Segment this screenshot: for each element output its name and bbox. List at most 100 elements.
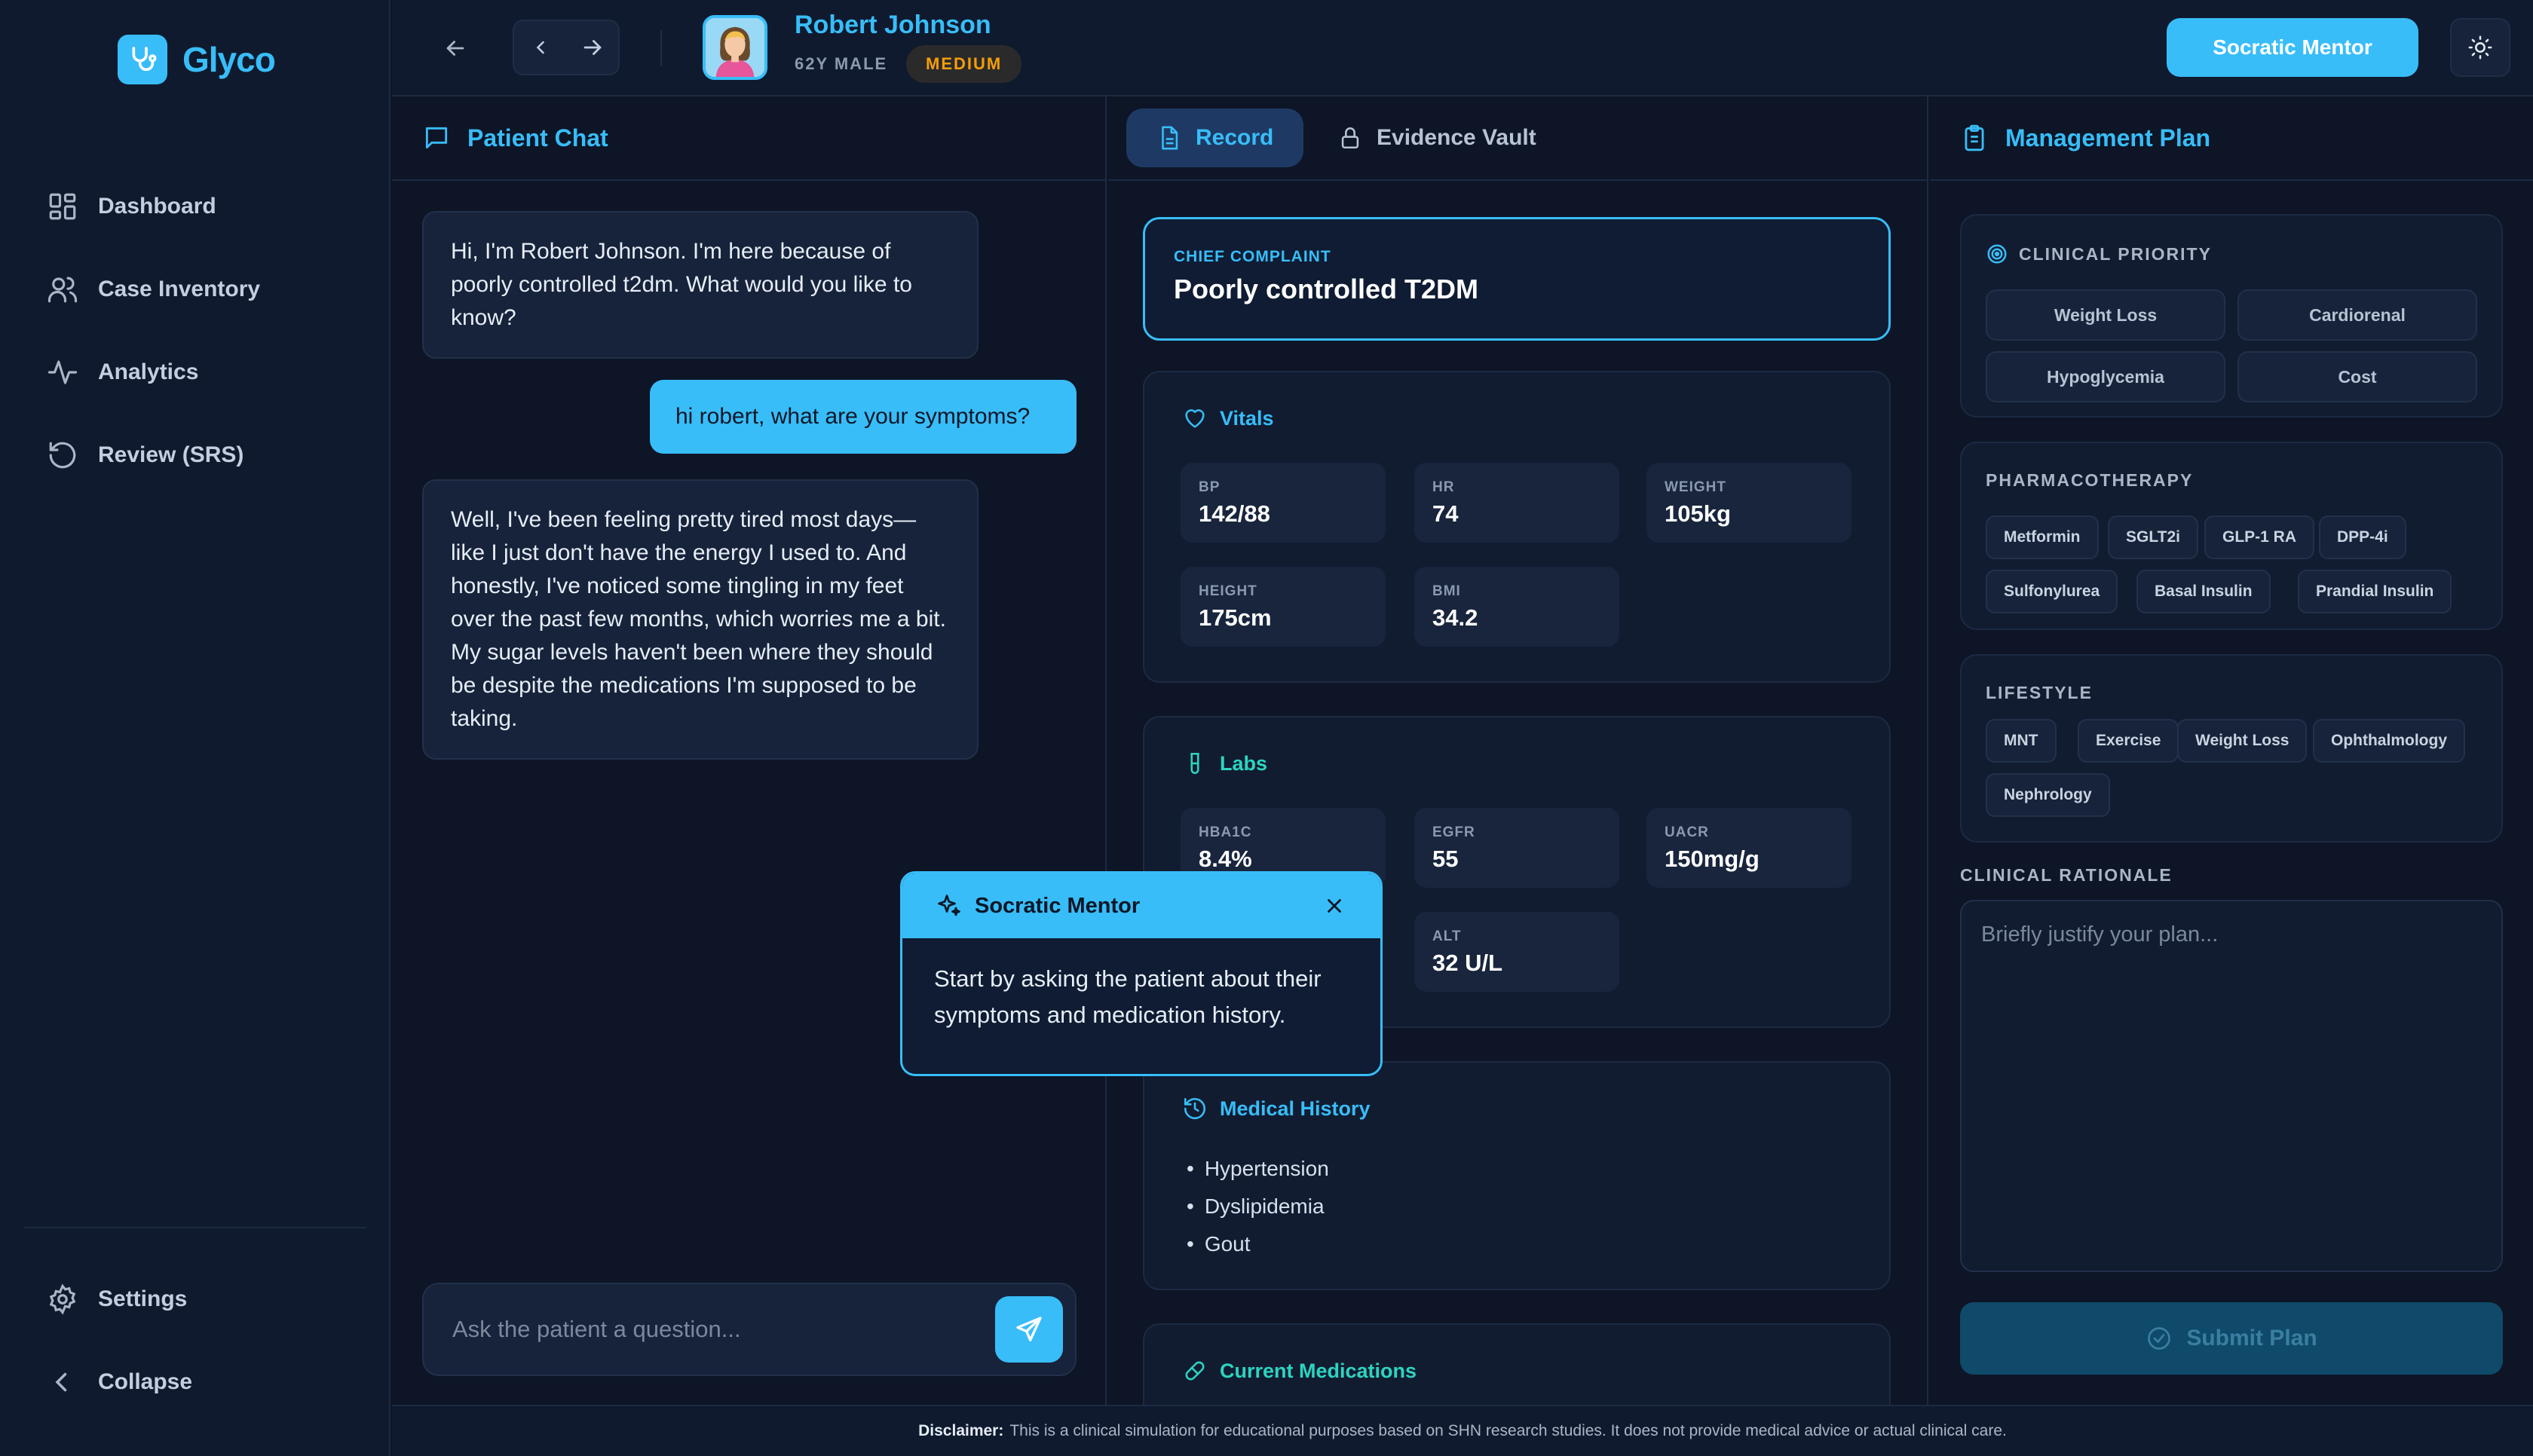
drug-option-glp1ra[interactable]: GLP-1 RA bbox=[2204, 515, 2315, 559]
vitals-card: Vitals BP 142/88 HR 74 WEIGHT 105kg HEIG… bbox=[1143, 371, 1891, 683]
previous-case-button[interactable] bbox=[514, 21, 566, 74]
chat-panel-header: Patient Chat bbox=[392, 96, 1105, 181]
tab-record[interactable]: Record bbox=[1126, 109, 1304, 167]
target-icon bbox=[1987, 244, 2007, 264]
lab-uacr: UACR 150mg/g bbox=[1646, 808, 1852, 888]
sidebar-item-label: Analytics bbox=[98, 359, 199, 384]
clinical-priority-card: CLINICAL PRIORITY Weight Loss Cardiorena… bbox=[1960, 214, 2503, 418]
medical-history-card: Medical History Hypertension Dyslipidemi… bbox=[1143, 1061, 1891, 1290]
send-button[interactable] bbox=[995, 1296, 1063, 1363]
close-icon[interactable] bbox=[1323, 895, 1346, 917]
disclaimer-text: This is a clinical simulation for educat… bbox=[1009, 1422, 2007, 1439]
priority-option-hypoglycemia[interactable]: Hypoglycemia bbox=[1986, 351, 2225, 402]
current-medications-card: Current Medications bbox=[1143, 1323, 1891, 1405]
sidebar-collapse-button[interactable]: Collapse bbox=[24, 1350, 366, 1414]
gear-icon bbox=[49, 1283, 76, 1315]
socratic-mentor-popup: Socratic Mentor Start by asking the pati… bbox=[900, 871, 1383, 1076]
priority-option-weight-loss[interactable]: Weight Loss bbox=[1986, 289, 2225, 341]
users-icon bbox=[47, 277, 78, 303]
sidebar-item-settings[interactable]: Settings bbox=[24, 1268, 366, 1331]
clinical-rationale-input[interactable] bbox=[1960, 900, 2503, 1272]
sidebar-item-label: Case Inventory bbox=[98, 277, 261, 301]
drug-option-dpp4i[interactable]: DPP-4i bbox=[2319, 515, 2406, 559]
clipboard-icon bbox=[1965, 124, 1984, 151]
lab-egfr: EGFR 55 bbox=[1414, 808, 1619, 888]
record-panel: Record Evidence Vault CHIEF COMPLAINT Po… bbox=[1108, 96, 1928, 1405]
refresh-icon bbox=[49, 442, 76, 469]
record-tabs: Record Evidence Vault bbox=[1108, 96, 1927, 181]
lock-icon bbox=[1341, 127, 1359, 149]
disclaimer-footer: Disclaimer: This is a clinical simulatio… bbox=[392, 1405, 2533, 1456]
pill-icon bbox=[1185, 1361, 1205, 1381]
user-message: hi robert, what are your symptoms? bbox=[650, 380, 1077, 454]
chief-complaint-label: CHIEF COMPLAINT bbox=[1174, 248, 1331, 265]
arrow-right-icon bbox=[583, 40, 601, 55]
lifestyle-option-mnt[interactable]: MNT bbox=[1986, 719, 2057, 763]
medical-history-title: Medical History bbox=[1182, 1096, 1371, 1121]
labs-title: Labs bbox=[1182, 751, 1267, 776]
theme-toggle-button[interactable] bbox=[2450, 18, 2510, 77]
sidebar-divider bbox=[24, 1227, 366, 1228]
document-icon bbox=[1162, 126, 1178, 150]
sidebar-item-label: Dashboard bbox=[98, 194, 216, 219]
popup-title: Socratic Mentor bbox=[975, 893, 1141, 918]
patient-message: Hi, I'm Robert Johnson. I'm here because… bbox=[422, 211, 979, 359]
top-header: Robert Johnson 62Y MALE MEDIUM Socratic … bbox=[392, 0, 2533, 96]
submit-plan-button[interactable]: Submit Plan bbox=[1960, 1302, 2503, 1375]
difficulty-badge: MEDIUM bbox=[906, 45, 1022, 83]
history-icon bbox=[1184, 1097, 1206, 1120]
chief-complaint-card: CHIEF COMPLAINT Poorly controlled T2DM bbox=[1143, 217, 1891, 341]
tab-evidence-vault[interactable]: Evidence Vault bbox=[1307, 109, 1567, 167]
drug-option-basal-insulin[interactable]: Basal Insulin bbox=[2136, 570, 2271, 613]
case-navigation bbox=[513, 20, 620, 75]
plan-panel-title: Management Plan bbox=[1960, 124, 2210, 152]
app-logo[interactable]: Glyco bbox=[118, 35, 276, 84]
pharmacotherapy-card: PHARMACOTHERAPY Metformin SGLT2i GLP-1 R… bbox=[1960, 442, 2503, 630]
lifestyle-option-weight-loss[interactable]: Weight Loss bbox=[2177, 719, 2308, 763]
socratic-mentor-button[interactable]: Socratic Mentor bbox=[2167, 18, 2418, 77]
heart-icon bbox=[1185, 409, 1205, 428]
drug-option-metformin[interactable]: Metformin bbox=[1986, 515, 2099, 559]
sidebar-item-label: Settings bbox=[98, 1286, 188, 1311]
header-divider bbox=[660, 30, 662, 66]
lifestyle-option-ophthalmology[interactable]: Ophthalmology bbox=[2313, 719, 2465, 763]
list-item: Hypertension bbox=[1187, 1150, 1329, 1188]
priority-option-cost[interactable]: Cost bbox=[2237, 351, 2477, 402]
sidebar-item-case-inventory[interactable]: Case Inventory bbox=[24, 258, 366, 321]
drug-option-sulfonylurea[interactable]: Sulfonylurea bbox=[1986, 570, 2118, 613]
arrow-left-icon bbox=[446, 41, 464, 56]
chat-input[interactable] bbox=[452, 1307, 950, 1352]
sidebar-item-analytics[interactable]: Analytics bbox=[24, 341, 366, 404]
vital-bmi: BMI 34.2 bbox=[1414, 567, 1619, 647]
vital-hr: HR 74 bbox=[1414, 463, 1619, 543]
sidebar-item-review[interactable]: Review (SRS) bbox=[24, 424, 366, 487]
back-button[interactable] bbox=[431, 24, 479, 72]
lab-alt: ALT 32 U/L bbox=[1414, 912, 1619, 992]
drug-option-sglt2i[interactable]: SGLT2i bbox=[2108, 515, 2198, 559]
priority-option-cardiorenal[interactable]: Cardiorenal bbox=[2237, 289, 2477, 341]
patient-demographics: 62Y MALE bbox=[795, 54, 888, 73]
send-icon bbox=[1016, 1317, 1042, 1341]
app-name: Glyco bbox=[182, 40, 276, 79]
check-circle-icon bbox=[2148, 1327, 2171, 1350]
sidebar-nav: Dashboard Case Inventory Analytics Revie… bbox=[24, 175, 366, 506]
chief-complaint-value: Poorly controlled T2DM bbox=[1174, 274, 1479, 304]
sidebar: Glyco Dashboard Case Inventory Analytics… bbox=[0, 0, 391, 1456]
test-tube-icon bbox=[1190, 752, 1199, 775]
drug-option-prandial-insulin[interactable]: Prandial Insulin bbox=[2298, 570, 2452, 613]
next-case-button[interactable] bbox=[566, 21, 618, 74]
sun-icon bbox=[2468, 35, 2492, 60]
sidebar-item-dashboard[interactable]: Dashboard bbox=[24, 175, 366, 238]
patient-chat-panel: Patient Chat Hi, I'm Robert Johnson. I'm… bbox=[392, 96, 1107, 1405]
lifestyle-title: LIFESTYLE bbox=[1986, 683, 2093, 702]
popup-message: Start by asking the patient about their … bbox=[934, 965, 1322, 1028]
lifestyle-option-nephrology[interactable]: Nephrology bbox=[1986, 773, 2110, 817]
sidebar-item-label: Review (SRS) bbox=[98, 442, 244, 467]
patient-message: Well, I've been feeling pretty tired mos… bbox=[422, 479, 979, 760]
vital-height: HEIGHT 175cm bbox=[1181, 567, 1386, 647]
clinical-rationale-label: CLINICAL RATIONALE bbox=[1960, 865, 2173, 885]
chat-panel-title: Patient Chat bbox=[422, 124, 608, 152]
lifestyle-option-exercise[interactable]: Exercise bbox=[2078, 719, 2179, 763]
sparkles-icon bbox=[938, 895, 960, 916]
vital-bp: BP 142/88 bbox=[1181, 463, 1386, 543]
